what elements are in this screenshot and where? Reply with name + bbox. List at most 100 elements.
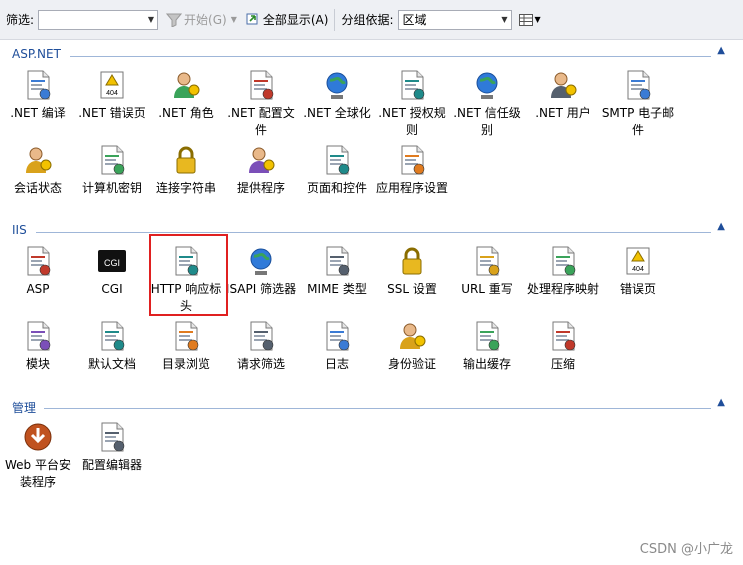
- feature-item[interactable]: 连接字符串: [148, 143, 224, 197]
- feature-label: 错误页: [619, 282, 656, 296]
- feature-item[interactable]: 模块: [0, 319, 76, 373]
- feature-item[interactable]: 压缩: [525, 319, 601, 373]
- directory-browsing-icon: [148, 319, 224, 353]
- feature-item[interactable]: .NET 信任级别: [449, 68, 525, 139]
- asp-icon: [0, 244, 76, 278]
- toolbar: 筛选: ▼ 开始(G) ▼ 全部显示(A) 分组依据: 区域 ▼ ▼: [0, 0, 743, 40]
- feature-item[interactable]: SSL 设置: [374, 244, 450, 298]
- feature-label: .NET 用户: [535, 106, 591, 120]
- feature-item[interactable]: 身份验证: [374, 319, 450, 373]
- funnel-icon: [166, 13, 183, 27]
- feature-item[interactable]: .NET 授权规则: [374, 68, 450, 139]
- collapse-icon[interactable]: ▲: [717, 45, 725, 56]
- feature-item[interactable]: MIME 类型: [299, 244, 375, 298]
- feature-label: 应用程序设置: [375, 181, 448, 195]
- request-filtering-icon: [223, 319, 299, 353]
- feature-item[interactable]: 输出缓存: [449, 319, 525, 373]
- feature-label: 连接字符串: [155, 181, 216, 195]
- feature-label: 压缩: [550, 357, 575, 371]
- chevron-down-icon[interactable]: ▼: [148, 15, 154, 24]
- collapse-icon[interactable]: ▲: [717, 221, 725, 232]
- feature-label: 会话状态: [13, 181, 62, 195]
- feature-label: 默认文档: [87, 357, 136, 371]
- feature-label: .NET 配置文件: [227, 106, 295, 137]
- feature-item[interactable]: 处理程序映射: [525, 244, 601, 298]
- feature-item[interactable]: ASP: [0, 244, 76, 298]
- machine-key-icon: [74, 143, 150, 177]
- show-all-icon: [246, 13, 258, 24]
- feature-item[interactable]: .NET 配置文件: [223, 68, 299, 139]
- feature-item[interactable]: .NET 编译: [0, 68, 76, 122]
- feature-item[interactable]: 会话状态: [0, 143, 76, 197]
- chevron-down-icon[interactable]: ▼: [501, 15, 507, 24]
- feature-item[interactable]: 目录浏览: [148, 319, 224, 373]
- web-platform-installer-icon: [0, 420, 76, 454]
- feature-item[interactable]: CGI CGI: [74, 244, 150, 298]
- handler-mappings-icon: [525, 244, 601, 278]
- feature-item[interactable]: 提供程序: [223, 143, 299, 197]
- net-profile-icon: [223, 68, 299, 102]
- svg-text:404: 404: [632, 266, 644, 273]
- filter-label: 筛选:: [6, 13, 35, 27]
- feature-item[interactable]: .NET 角色: [148, 68, 224, 122]
- group-title: 管理: [12, 401, 37, 415]
- feature-label: .NET 授权规则: [378, 106, 446, 137]
- feature-label: Web 平台安装程序: [5, 458, 71, 489]
- feature-item[interactable]: .NET 全球化: [299, 68, 375, 122]
- compression-icon: [525, 319, 601, 353]
- feature-label: 目录浏览: [161, 357, 210, 371]
- feature-label: SMTP 电子邮件: [601, 106, 675, 137]
- group-divider: [70, 56, 711, 57]
- feature-label: MIME 类型: [307, 282, 367, 296]
- feature-item[interactable]: 404 错误页: [600, 244, 676, 298]
- app-settings-icon: [374, 143, 450, 177]
- group-header-management[interactable]: 管理 ▲: [0, 397, 735, 417]
- group-title: IIS: [12, 223, 27, 237]
- feature-item[interactable]: 请求筛选: [223, 319, 299, 373]
- feature-item[interactable]: 日志: [299, 319, 375, 373]
- url-rewrite-icon: [449, 244, 525, 278]
- pages-controls-icon: [299, 143, 375, 177]
- connection-strings-icon: [148, 143, 224, 177]
- feature-label: 身份验证: [387, 357, 436, 371]
- feature-item[interactable]: Web 平台安装程序: [0, 420, 76, 491]
- feature-item[interactable]: ISAPI 筛选器: [223, 244, 299, 298]
- feature-label: .NET 编译: [10, 106, 66, 120]
- view-grid-icon: [518, 13, 533, 26]
- feature-item[interactable]: SMTP 电子邮件: [600, 68, 676, 139]
- feature-label: 日志: [324, 357, 349, 371]
- default-document-icon: [74, 319, 150, 353]
- group-header-aspnet[interactable]: ASP.NET ▲: [0, 45, 735, 65]
- cgi-icon: CGI: [74, 244, 150, 278]
- feature-item[interactable]: 配置编辑器: [74, 420, 150, 474]
- filter-combo[interactable]: ▼: [38, 9, 159, 30]
- feature-label: .NET 错误页: [78, 106, 146, 120]
- feature-label: URL 重写: [461, 282, 513, 296]
- feature-item[interactable]: 计算机密钥: [74, 143, 150, 197]
- feature-item[interactable]: 默认文档: [74, 319, 150, 373]
- feature-item[interactable]: URL 重写: [449, 244, 525, 298]
- net-error-pages-icon: 404: [74, 68, 150, 102]
- net-roles-icon: [148, 68, 224, 102]
- feature-item[interactable]: 页面和控件: [299, 143, 375, 197]
- feature-item[interactable]: 404 .NET 错误页: [74, 68, 150, 122]
- group-by-combo[interactable]: 区域 ▼: [397, 9, 512, 30]
- view-options-button[interactable]: ▼: [518, 12, 541, 28]
- start-dropdown-icon[interactable]: ▼: [231, 15, 237, 24]
- feature-label: .NET 角色: [158, 106, 214, 120]
- output-caching-icon: [449, 319, 525, 353]
- group-divider: [36, 232, 711, 233]
- session-state-icon: [0, 143, 76, 177]
- feature-item[interactable]: .NET 用户: [525, 68, 601, 122]
- collapse-icon[interactable]: ▲: [717, 397, 725, 408]
- net-users-icon: [525, 68, 601, 102]
- view-dropdown-icon: ▼: [534, 15, 541, 24]
- show-all-button[interactable]: 全部显示(A): [245, 11, 328, 28]
- group-header-iis[interactable]: IIS ▲: [0, 221, 735, 241]
- feature-item[interactable]: 应用程序设置: [374, 143, 450, 197]
- group-title: ASP.NET: [12, 47, 61, 61]
- configuration-editor-icon: [74, 420, 150, 454]
- group-by-label: 分组依据:: [341, 13, 394, 27]
- start-filter-button[interactable]: 开始(G): [166, 11, 227, 28]
- net-trust-levels-icon: [449, 68, 525, 102]
